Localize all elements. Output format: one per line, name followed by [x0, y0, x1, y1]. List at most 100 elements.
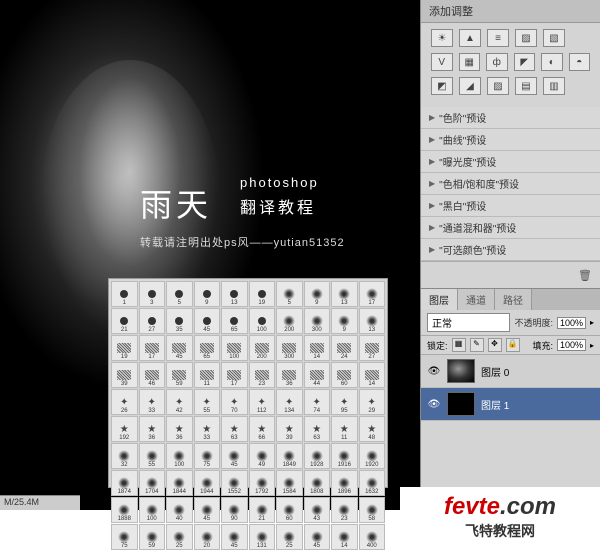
brush-preset[interactable]: 13 [331, 281, 358, 307]
brush-preset[interactable]: 45 [194, 308, 221, 334]
brush-preset[interactable]: 13 [221, 281, 248, 307]
adjustment-icon[interactable]: ☀ [431, 29, 453, 47]
blend-mode-select[interactable]: 正常 [427, 313, 510, 332]
preset-item[interactable]: ▶"色相/饱和度"预设 [421, 173, 600, 195]
lock-move-icon[interactable]: ✥ [488, 338, 502, 352]
brush-preset[interactable]: 40 [166, 497, 193, 523]
brush-preset[interactable]: ✦74 [304, 389, 331, 415]
brush-preset[interactable]: 60 [331, 362, 358, 388]
brush-preset[interactable]: 1896 [331, 470, 358, 496]
brush-preset[interactable]: 65 [221, 308, 248, 334]
brush-preset[interactable]: ✦33 [139, 389, 166, 415]
brush-preset[interactable]: 200 [249, 335, 276, 361]
brush-preset[interactable]: 400 [359, 524, 386, 550]
adjustment-icon[interactable]: ▨ [487, 77, 509, 95]
brush-preset[interactable]: 45 [221, 524, 248, 550]
brush-preset[interactable]: 90 [221, 497, 248, 523]
adjustment-icon[interactable]: ▲ [459, 29, 481, 47]
brush-preset[interactable]: 1920 [359, 443, 386, 469]
brush-preset[interactable]: 100 [249, 308, 276, 334]
brush-preset[interactable]: ✦95 [331, 389, 358, 415]
brush-preset[interactable]: 20 [194, 524, 221, 550]
brush-preset[interactable]: 60 [276, 497, 303, 523]
brush-preset[interactable]: 45 [166, 335, 193, 361]
brush-preset[interactable]: 1704 [139, 470, 166, 496]
brush-preset[interactable]: 25 [276, 524, 303, 550]
adjustment-icon[interactable]: ◢ [459, 77, 481, 95]
chevron-down-icon[interactable]: ▸ [590, 341, 594, 350]
visibility-icon[interactable]: 👁 [427, 397, 441, 411]
preset-item[interactable]: ▶"曲线"预设 [421, 129, 600, 151]
tab-图层[interactable]: 图层 [421, 289, 458, 310]
brush-preset[interactable]: 55 [139, 443, 166, 469]
layer-item[interactable]: 👁图层 1 [421, 388, 600, 421]
brush-preset[interactable]: 27 [139, 308, 166, 334]
adjustment-icon[interactable]: ◓ [569, 53, 591, 71]
brush-preset[interactable]: ★63 [304, 416, 331, 442]
brush-preset[interactable]: 1874 [111, 470, 138, 496]
brush-preset[interactable]: ✦70 [221, 389, 248, 415]
preset-item[interactable]: ▶"曝光度"预设 [421, 151, 600, 173]
brush-preset[interactable]: 1928 [304, 443, 331, 469]
brush-preset[interactable]: 17 [139, 335, 166, 361]
brush-preset[interactable]: 19 [111, 335, 138, 361]
brush-preset[interactable]: 39 [111, 362, 138, 388]
brush-preset[interactable]: 1888 [111, 497, 138, 523]
adjustment-icon[interactable]: ≡ [487, 29, 509, 47]
brush-preset[interactable]: 13 [359, 308, 386, 334]
brush-preset[interactable]: 23 [331, 497, 358, 523]
trash-icon[interactable]: 🗑 [578, 270, 592, 282]
brush-preset[interactable]: ★66 [249, 416, 276, 442]
brush-preset[interactable]: 32 [111, 443, 138, 469]
lock-transparency-icon[interactable]: ▦ [452, 338, 466, 352]
lock-brush-icon[interactable]: ✎ [470, 338, 484, 352]
brush-preset[interactable]: 100 [139, 497, 166, 523]
layer-item[interactable]: 👁图层 0 [421, 355, 600, 388]
brush-preset[interactable]: 45 [304, 524, 331, 550]
adjustment-icon[interactable]: ◤ [514, 53, 536, 71]
layer-thumbnail[interactable] [447, 392, 475, 416]
adjustment-icon[interactable]: ф [486, 53, 508, 71]
layer-thumbnail[interactable] [447, 359, 475, 383]
preset-item[interactable]: ▶"通道混和器"预设 [421, 217, 600, 239]
brush-preset[interactable]: ★192 [111, 416, 138, 442]
brush-preset[interactable]: 1849 [276, 443, 303, 469]
brush-preset[interactable]: 5 [166, 281, 193, 307]
brush-preset[interactable]: 9 [304, 281, 331, 307]
brush-preset[interactable]: 14 [331, 524, 358, 550]
brush-preset[interactable]: ★48 [359, 416, 386, 442]
preset-item[interactable]: ▶"可选颜色"预设 [421, 239, 600, 261]
adjustment-icon[interactable]: ◐ [541, 53, 563, 71]
brush-preset[interactable]: ✦112 [249, 389, 276, 415]
brush-preset[interactable]: 58 [359, 497, 386, 523]
brush-preset[interactable]: 35 [166, 308, 193, 334]
brush-preset[interactable]: ★33 [194, 416, 221, 442]
brush-preset[interactable]: 100 [166, 443, 193, 469]
brush-preset[interactable]: 24 [331, 335, 358, 361]
brush-palette[interactable]: 1359131959131721273545651002003009131917… [108, 278, 388, 488]
brush-preset[interactable]: ✦55 [194, 389, 221, 415]
brush-preset[interactable]: ★36 [139, 416, 166, 442]
adjustment-icon[interactable]: ▥ [543, 77, 565, 95]
brush-preset[interactable]: 65 [194, 335, 221, 361]
brush-preset[interactable]: 3 [139, 281, 166, 307]
brush-preset[interactable]: ✦134 [276, 389, 303, 415]
adjustment-icon[interactable]: ▨ [515, 29, 537, 47]
brush-preset[interactable]: 46 [139, 362, 166, 388]
brush-preset[interactable]: 14 [359, 362, 386, 388]
brush-preset[interactable]: 59 [139, 524, 166, 550]
brush-preset[interactable]: 300 [276, 335, 303, 361]
brush-preset[interactable]: 9 [331, 308, 358, 334]
brush-preset[interactable]: 1552 [221, 470, 248, 496]
brush-preset[interactable]: 45 [194, 497, 221, 523]
brush-preset[interactable]: 59 [166, 362, 193, 388]
brush-preset[interactable]: 44 [304, 362, 331, 388]
brush-preset[interactable]: 1808 [304, 470, 331, 496]
brush-preset[interactable]: ✦29 [359, 389, 386, 415]
fill-value[interactable]: 100% [557, 339, 586, 351]
brush-preset[interactable]: 17 [221, 362, 248, 388]
tab-通道[interactable]: 通道 [458, 289, 495, 310]
brush-preset[interactable]: 21 [111, 308, 138, 334]
chevron-down-icon[interactable]: ▸ [590, 318, 594, 327]
brush-preset[interactable]: 1584 [276, 470, 303, 496]
